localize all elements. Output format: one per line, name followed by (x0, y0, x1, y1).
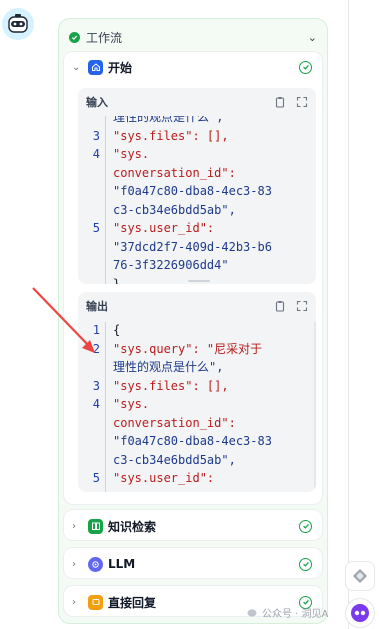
reply-icon (88, 594, 103, 610)
output-label: 输出 (86, 300, 108, 313)
node-title: LLM (108, 557, 136, 571)
output-panel: 输出 1 { 2 "sys.query": "尼采对于 理性的观点是什么", 3… (78, 292, 316, 492)
robot-face-icon (8, 14, 28, 33)
robot-icon (351, 604, 369, 622)
code-line: 76-3f3226906dd4" (113, 258, 229, 272)
code-line: "sys. (113, 147, 150, 161)
output-header: 输出 (78, 292, 316, 320)
watermark: 公众号 · 洞见A (247, 605, 328, 620)
code-line: "f0a47c80-dba8-4ec3-83 (113, 434, 272, 448)
code-line: "37dcd2f7-409d-42b3-b6 (113, 239, 272, 254)
bot-avatar (2, 8, 34, 40)
input-label: 输入 (86, 96, 108, 109)
chevron-right-icon[interactable]: › (72, 521, 86, 532)
code-line: "sys.user_id": (113, 221, 215, 235)
chevron-down-icon[interactable]: ⌄ (308, 31, 317, 44)
code-line: "sys.files": [], (113, 128, 229, 143)
llm-icon (88, 556, 103, 572)
check-circle-icon (299, 60, 312, 74)
llm-node[interactable]: › LLM (63, 547, 323, 579)
start-node: ⌄ 开始 输入 (63, 51, 323, 505)
code-line: conversation_id": (113, 165, 236, 180)
code-line: "sys. (113, 397, 150, 411)
chevron-right-icon[interactable]: › (72, 559, 86, 570)
copy-icon[interactable] (274, 300, 286, 312)
assistant-fab[interactable] (345, 598, 375, 628)
wechat-icon (247, 608, 257, 617)
workflow-header[interactable]: 工作流 ⌄ (69, 27, 317, 47)
divider (348, 0, 349, 629)
expand-icon[interactable] (296, 96, 308, 108)
book-icon (88, 518, 103, 534)
home-icon (88, 59, 103, 75)
expand-icon[interactable] (296, 300, 308, 312)
code-line: } (113, 276, 121, 285)
workflow-screen: { "workflow": { "title": "工作流", "start_n… (0, 0, 379, 629)
code-line: "sys.files": [], (113, 378, 229, 393)
code-line: c3-cb34e6bdd5ab", (113, 452, 236, 467)
input-header-bar: 输入 (78, 88, 316, 116)
copy-icon[interactable] (274, 96, 286, 108)
chevron-right-icon[interactable]: › (72, 597, 86, 608)
node-title: 知识检索 (108, 519, 157, 534)
code-line: { (113, 323, 121, 337)
input-panel: 输入 理性的观点是什么", 3 "sys.files": [], 4 "sys.… (78, 88, 316, 284)
check-circle-icon (299, 557, 312, 571)
code-line: "sys.user_id": (113, 471, 215, 485)
scrollbar[interactable] (314, 322, 316, 492)
chevron-down-icon[interactable]: ⌄ (72, 62, 86, 73)
workflow-title: 工作流 (86, 30, 123, 45)
code-line: conversation_id": (113, 415, 236, 430)
code-line: "f0a47c80-dba8-4ec3-83 (113, 184, 272, 198)
settings-fab[interactable] (345, 561, 375, 591)
start-node-header[interactable]: ⌄ 开始 (72, 52, 312, 82)
resize-handle[interactable] (188, 280, 210, 282)
code-line: "sys.query": "尼采对于 (113, 341, 263, 356)
code-line: c3-cb34e6bdd5ab", (113, 202, 236, 217)
knowledge-retrieval-node[interactable]: › 知识检索 (63, 509, 323, 541)
success-icon (69, 31, 80, 43)
workflow-panel: 工作流 ⌄ ⌄ 开始 输入 (58, 18, 328, 624)
check-circle-icon (299, 519, 312, 533)
code-line: 理性的观点是什么", (113, 360, 224, 374)
node-title: 直接回复 (108, 595, 157, 610)
diamond-icon (353, 569, 367, 583)
start-node-title: 开始 (108, 60, 133, 75)
